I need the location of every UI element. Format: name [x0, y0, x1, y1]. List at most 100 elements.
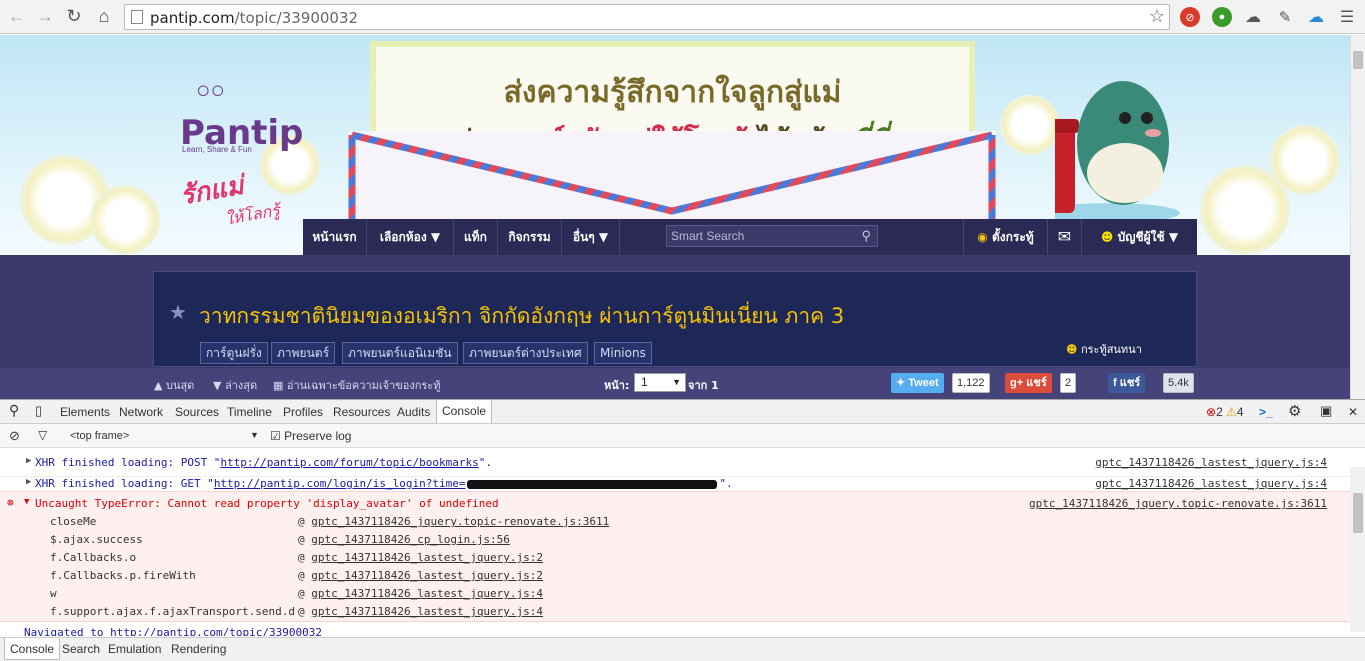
page-scrollbar[interactable] — [1350, 35, 1365, 399]
url-path: /topic/33900032 — [234, 9, 359, 27]
nav-account[interactable]: ☻ บัญชีผู้ใช้ ▼ — [1082, 219, 1197, 255]
cloud-icon[interactable]: ☁ — [1243, 7, 1263, 27]
bookmark-star-icon[interactable]: ☆ — [1149, 6, 1165, 27]
pencil-icon[interactable]: ✎ — [1275, 7, 1295, 27]
console-error[interactable]: ⊗ ▼ Uncaught TypeError: Cannot read prop… — [0, 491, 1350, 622]
tag-item[interactable]: การ์ตูนฝรั่ง — [200, 342, 268, 364]
log-url[interactable]: http://pantip.com/forum/topic/bookmarks — [220, 456, 478, 469]
stack-location[interactable]: @ gptc_1437118426_lastest_jquery.js:2 — [298, 569, 543, 582]
topic-type: ☻ กระทู้สนทนา — [1066, 343, 1142, 356]
extension-red-icon[interactable]: ⊘ — [1180, 7, 1200, 27]
scroll-top-button[interactable]: ▲ บนสุด — [154, 376, 194, 394]
navigated-message: Navigated to http://pantip.com/topic/339… — [24, 626, 323, 636]
reload-icon[interactable]: ↻ — [63, 5, 85, 27]
tag-item[interactable]: ภาพยนตร์ — [271, 342, 336, 364]
owner-only-button[interactable]: ▦ อ่านเฉพาะข้อความเจ้าของกระทู้ — [273, 376, 440, 394]
drawer-tab-search[interactable]: Search — [62, 642, 100, 656]
stack-location[interactable]: @ gptc_1437118426_lastest_jquery.js:2 — [298, 551, 543, 564]
stack-fn: f.Callbacks.p.fireWith — [50, 569, 196, 582]
search-icon[interactable]: ⚲ — [861, 228, 871, 244]
stack-location[interactable]: @ gptc_1437118426_lastest_jquery.js:4 — [298, 587, 543, 600]
dock-icon[interactable]: ▣ — [1320, 403, 1332, 419]
console-message[interactable]: ▶ XHR finished loading: GET "http://pant… — [0, 476, 1350, 490]
inspect-search-icon[interactable]: ⚲ — [9, 402, 19, 419]
scroll-bottom-button[interactable]: ▼ ล่างสุด — [213, 376, 257, 394]
browser-toolbar: ← → ↻ ⌂ pantip.com/topic/33900032 ☆ ⊘ ● … — [0, 0, 1365, 34]
tab-network[interactable]: Network — [119, 405, 163, 419]
stack-location[interactable]: @ gptc_1437118426_lastest_jquery.js:4 — [298, 605, 543, 618]
tab-resources[interactable]: Resources — [333, 405, 390, 419]
home-icon[interactable]: ⌂ — [93, 5, 115, 27]
banner: ○○ Pantip Learn, Share & Fun รักแม่ ให้โ… — [0, 35, 1350, 255]
mail-icon[interactable]: ✉ — [1048, 219, 1082, 255]
stack-fn: $.ajax.success — [50, 533, 143, 546]
close-icon[interactable]: ✕ — [1348, 405, 1358, 419]
nav-more[interactable]: อื่นๆ ▼ — [562, 219, 620, 255]
cloud-blue-icon[interactable]: ☁ — [1306, 7, 1326, 27]
pantip-logo[interactable]: ○○ Pantip Learn, Share & Fun — [180, 75, 303, 155]
tag-item[interactable]: Minions — [594, 342, 652, 364]
gplus-share-button[interactable]: g+ แชร์ — [1005, 373, 1052, 393]
clear-console-icon[interactable]: ⊘ — [9, 428, 20, 444]
page-total: จาก 1 — [688, 379, 719, 392]
devtools-panel: ⚲ ▯ Elements Network Sources Timeline Pr… — [0, 399, 1365, 661]
facebook-share-button[interactable]: f แชร์ — [1108, 373, 1146, 393]
favorite-star-icon[interactable]: ★ — [169, 300, 187, 325]
url-host: pantip.com — [150, 9, 235, 27]
avatar: ☻ — [1100, 230, 1114, 244]
tweet-count: 1,122 — [952, 373, 990, 393]
smart-search[interactable]: Smart Search ⚲ — [666, 225, 878, 247]
tab-console[interactable]: Console — [436, 400, 493, 423]
tab-elements[interactable]: Elements — [60, 405, 110, 419]
collapse-arrow-icon[interactable]: ▼ — [24, 497, 29, 507]
error-message: Uncaught TypeError: Cannot read property… — [35, 497, 499, 510]
page-scrollbar-thumb[interactable] — [1353, 51, 1363, 69]
error-icon: ⊗ — [7, 496, 14, 509]
error-count[interactable]: ⊗2 ⚠4 — [1206, 405, 1244, 419]
frame-select[interactable]: <top frame> ▼ — [70, 430, 259, 442]
menu-icon[interactable]: ☰ — [1337, 7, 1357, 27]
log-url[interactable]: http://pantip.com/login/is_login?time= — [214, 477, 466, 490]
logo-tagline: Learn, Share & Fun — [182, 145, 252, 154]
tweet-button[interactable]: ✦ Tweet — [891, 373, 944, 393]
console-scrollbar-thumb[interactable] — [1353, 493, 1363, 533]
post-icon: ◉ — [977, 230, 988, 244]
tag-item[interactable]: ภาพยนตร์แอนิเมชัน — [342, 342, 458, 364]
page-icon — [131, 10, 143, 24]
expand-arrow-icon[interactable]: ▶ — [26, 456, 31, 466]
log-source[interactable]: gptc_1437118426_lastest_jquery.js:4 — [1095, 456, 1327, 469]
console-scrollbar[interactable] — [1350, 467, 1365, 632]
mascot-graphic — [1055, 81, 1180, 223]
nav-rooms[interactable]: เลือกห้อง ▼ — [367, 219, 454, 255]
tab-audits[interactable]: Audits — [397, 405, 430, 419]
preserve-log-checkbox[interactable]: ☑ Preserve log — [270, 429, 351, 443]
facebook-count: 5.4k — [1163, 373, 1194, 393]
console-drawer-icon[interactable]: >_ — [1259, 405, 1273, 419]
drawer-tab-emulation[interactable]: Emulation — [108, 642, 161, 656]
expand-arrow-icon[interactable]: ▶ — [26, 477, 31, 487]
address-bar[interactable]: pantip.com/topic/33900032 ☆ — [124, 4, 1170, 30]
drawer-tab-rendering[interactable]: Rendering — [171, 642, 226, 656]
back-icon[interactable]: ← — [6, 5, 28, 27]
page-viewport: ○○ Pantip Learn, Share & Fun รักแม่ ให้โ… — [0, 35, 1350, 399]
nav-post-topic[interactable]: ◉ ตั้งกระทู้ — [963, 219, 1048, 255]
nav-tags[interactable]: แท็ก — [454, 219, 498, 255]
stack-location[interactable]: @ gptc_1437118426_jquery.topic-renovate.… — [298, 515, 609, 528]
tab-timeline[interactable]: Timeline — [227, 405, 272, 419]
tag-item[interactable]: ภาพยนตร์ต่างประเทศ — [463, 342, 588, 364]
drawer-tab-console[interactable]: Console — [4, 638, 61, 660]
device-mode-icon[interactable]: ▯ — [35, 403, 42, 419]
filter-icon[interactable]: ▽ — [38, 428, 47, 442]
nav-home[interactable]: หน้าแรก — [303, 219, 367, 255]
forward-icon[interactable]: → — [34, 5, 56, 27]
log-source[interactable]: gptc_1437118426_lastest_jquery.js:4 — [1095, 477, 1327, 490]
gear-icon[interactable]: ⚙ — [1288, 402, 1301, 420]
page-select[interactable]: 1 ▼ — [634, 373, 686, 392]
extension-green-icon[interactable]: ● — [1212, 7, 1232, 27]
error-source[interactable]: gptc_1437118426_jquery.topic-renovate.js… — [1029, 497, 1327, 510]
tab-sources[interactable]: Sources — [175, 405, 219, 419]
nav-activity[interactable]: กิจกรรม — [498, 219, 562, 255]
tab-profiles[interactable]: Profiles — [283, 405, 323, 419]
stack-fn: f.Callbacks.o — [50, 551, 137, 564]
stack-location[interactable]: @ gptc_1437118426_cp_login.js:56 — [298, 533, 510, 546]
